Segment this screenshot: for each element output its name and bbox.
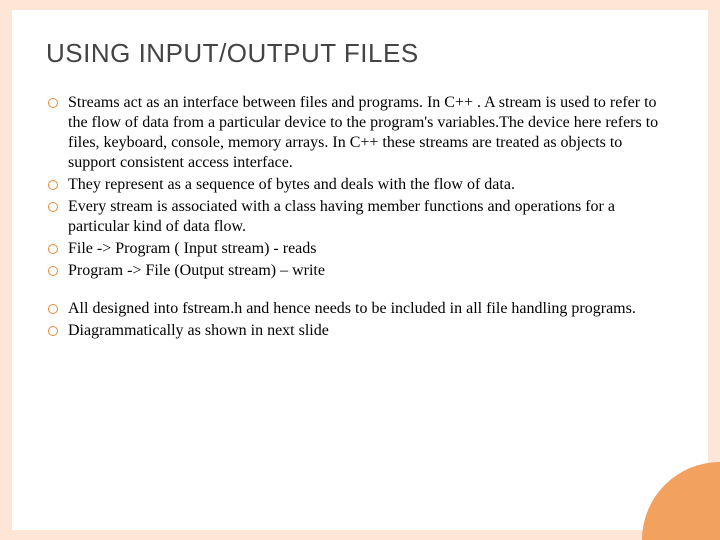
list-item: All designed into fstream.h and hence ne…	[46, 299, 674, 319]
slide-title: USING INPUT/OUTPUT FILES	[46, 38, 674, 69]
list-item: File -> Program ( Input stream) - reads	[46, 239, 674, 259]
bullet-group-2: All designed into fstream.h and hence ne…	[46, 299, 674, 341]
list-item: Diagrammatically as shown in next slide	[46, 321, 674, 341]
slide-card: USING INPUT/OUTPUT FILES Streams act as …	[12, 10, 708, 530]
bullet-group-1: Streams act as an interface between file…	[46, 93, 674, 281]
list-item: They represent as a sequence of bytes an…	[46, 175, 674, 195]
list-item: Program -> File (Output stream) – write	[46, 261, 674, 281]
list-item: Every stream is associated with a class …	[46, 197, 674, 237]
list-item: Streams act as an interface between file…	[46, 93, 674, 173]
